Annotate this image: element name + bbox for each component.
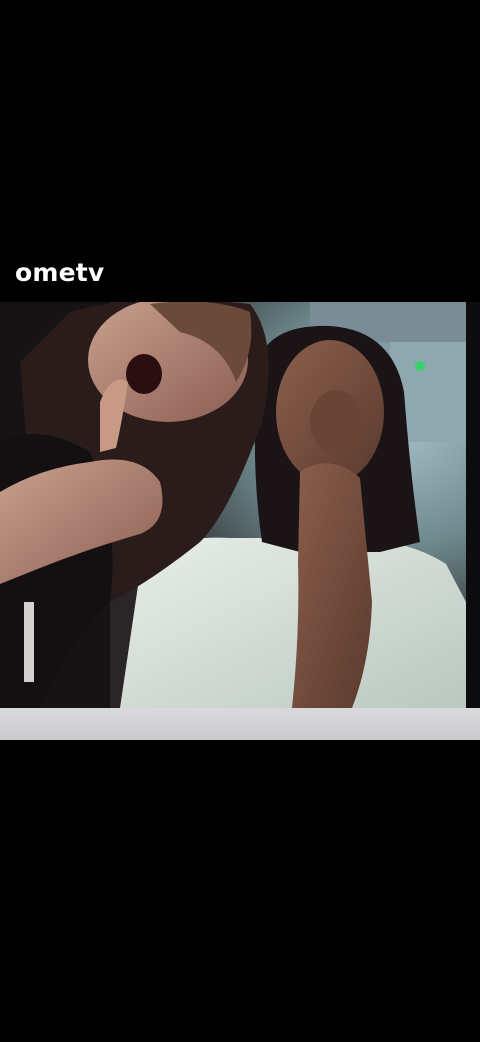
bottom-strip	[0, 708, 480, 740]
ometv-watermark: ometv	[15, 258, 105, 287]
video-screen: ometv	[0, 0, 480, 1042]
right-person-arm	[292, 463, 372, 708]
green-light	[415, 361, 425, 371]
right-person-hand	[310, 390, 362, 454]
right-edge-bar	[466, 302, 480, 708]
video-image	[0, 302, 466, 708]
shirt-stripe	[24, 602, 34, 682]
left-person-mouth	[126, 354, 162, 394]
video-frame	[0, 302, 466, 708]
